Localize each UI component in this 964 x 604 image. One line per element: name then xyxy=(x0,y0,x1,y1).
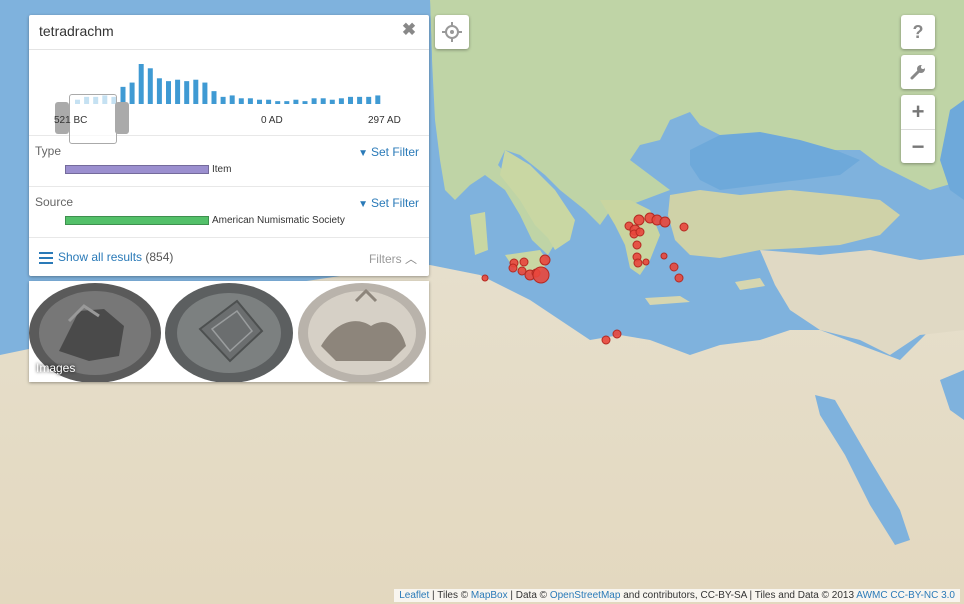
facet-title: Type xyxy=(35,144,62,158)
histogram-bar xyxy=(320,98,326,104)
find-marker[interactable] xyxy=(632,240,642,250)
histogram-bar xyxy=(147,68,153,104)
histogram-bar xyxy=(329,99,335,104)
settings-button[interactable] xyxy=(901,55,935,89)
leaflet-link[interactable]: Leaflet xyxy=(399,590,429,601)
facet-source: Source ▼ Set Filter American Numismatic S… xyxy=(29,187,429,238)
find-marker[interactable] xyxy=(659,216,671,228)
map-attribution: Leaflet | Tiles © MapBox | Data © OpenSt… xyxy=(394,589,960,602)
license-link[interactable]: CC-BY-NC 3.0 xyxy=(890,590,955,601)
facet-value[interactable]: Item xyxy=(212,164,231,175)
find-marker[interactable] xyxy=(532,266,550,284)
find-marker[interactable] xyxy=(601,335,611,345)
find-marker[interactable] xyxy=(508,263,518,273)
list-icon[interactable] xyxy=(39,252,53,264)
search-row: ✖ xyxy=(29,15,429,50)
find-marker[interactable] xyxy=(669,262,679,272)
find-marker[interactable] xyxy=(519,257,529,267)
histogram-bar xyxy=(357,96,363,104)
find-marker[interactable] xyxy=(633,258,643,268)
find-marker[interactable] xyxy=(674,273,684,283)
chevron-up-icon: ︿ xyxy=(404,252,417,266)
images-panel[interactable]: Images xyxy=(29,281,429,382)
find-marker[interactable] xyxy=(679,222,689,232)
search-input[interactable] xyxy=(29,15,379,47)
histogram-bar xyxy=(202,82,208,104)
facet-title: Source xyxy=(35,195,74,209)
histogram-bar xyxy=(348,96,353,104)
help-icon: ? xyxy=(912,21,924,42)
histogram-bar xyxy=(156,78,162,104)
filter-icon: ▼ xyxy=(358,148,368,159)
help-button[interactable]: ? xyxy=(901,15,935,49)
coin-thumbnail[interactable] xyxy=(296,281,429,382)
facet-bar[interactable] xyxy=(65,165,209,174)
histogram-bar xyxy=(220,96,226,104)
set-filter-button[interactable]: ▼ Set Filter xyxy=(358,145,419,159)
histogram-bar xyxy=(211,91,217,104)
facet-value[interactable]: American Numismatic Society xyxy=(212,215,345,226)
time-histogram[interactable]: 521 BC 0 AD 297 AD xyxy=(29,50,429,144)
histogram-bar xyxy=(166,81,171,104)
zoom-in-button[interactable]: + xyxy=(901,95,935,129)
osm-link[interactable]: OpenStreetMap xyxy=(550,590,621,601)
histogram-bar xyxy=(175,79,181,104)
histogram-bar xyxy=(247,98,253,104)
find-marker[interactable] xyxy=(612,329,622,339)
histogram-bar xyxy=(284,101,290,104)
search-panel: ✖ 521 BC 0 AD 297 AD Type ▼Set Filter It… xyxy=(29,15,429,276)
facet-type: Type ▼ Set Filter Item xyxy=(29,136,429,187)
drag-handle-left-icon[interactable] xyxy=(55,102,69,134)
histogram-bar xyxy=(338,98,344,104)
histogram-bar xyxy=(266,99,272,104)
histogram-bar xyxy=(311,98,317,104)
filters-toggle[interactable]: Filters ︿ xyxy=(369,250,417,267)
histogram-bar xyxy=(238,98,244,104)
histogram-bar xyxy=(366,96,372,104)
find-marker[interactable] xyxy=(642,258,650,266)
find-marker[interactable] xyxy=(635,227,645,237)
results-row: Show all results (854) Filters ︿ xyxy=(29,238,429,276)
histogram-bar xyxy=(129,82,135,104)
awmc-link[interactable]: AWMC xyxy=(856,590,887,601)
zoom-control: + − xyxy=(901,95,935,163)
histogram-bar xyxy=(138,64,144,104)
locate-button[interactable] xyxy=(435,15,469,49)
crosshair-icon xyxy=(442,22,462,42)
close-icon[interactable]: ✖ xyxy=(401,21,417,39)
set-filter-button[interactable]: ▼ Set Filter xyxy=(358,196,419,210)
wrench-icon xyxy=(910,65,925,80)
find-marker[interactable] xyxy=(633,214,645,226)
histogram-bar xyxy=(184,81,190,104)
histogram-bar xyxy=(229,95,235,104)
histogram-bar xyxy=(293,99,299,104)
zoom-out-button[interactable]: − xyxy=(901,129,935,164)
filter-icon: ▼ xyxy=(358,199,368,210)
find-marker[interactable] xyxy=(481,274,489,282)
histogram-bar xyxy=(275,101,281,104)
histogram-bar xyxy=(193,79,199,104)
facet-bar[interactable] xyxy=(65,216,209,225)
histogram-bar xyxy=(375,95,381,104)
coin-thumbnail[interactable] xyxy=(162,281,296,382)
histogram-bar xyxy=(302,101,308,104)
images-label: Images xyxy=(36,361,76,375)
show-all-results-link[interactable]: Show all results (854) xyxy=(58,250,173,264)
mapbox-link[interactable]: MapBox xyxy=(471,590,508,601)
drag-handle-right-icon[interactable] xyxy=(115,102,129,134)
histogram-bar xyxy=(257,99,262,104)
find-marker[interactable] xyxy=(539,254,551,266)
find-marker[interactable] xyxy=(660,252,668,260)
